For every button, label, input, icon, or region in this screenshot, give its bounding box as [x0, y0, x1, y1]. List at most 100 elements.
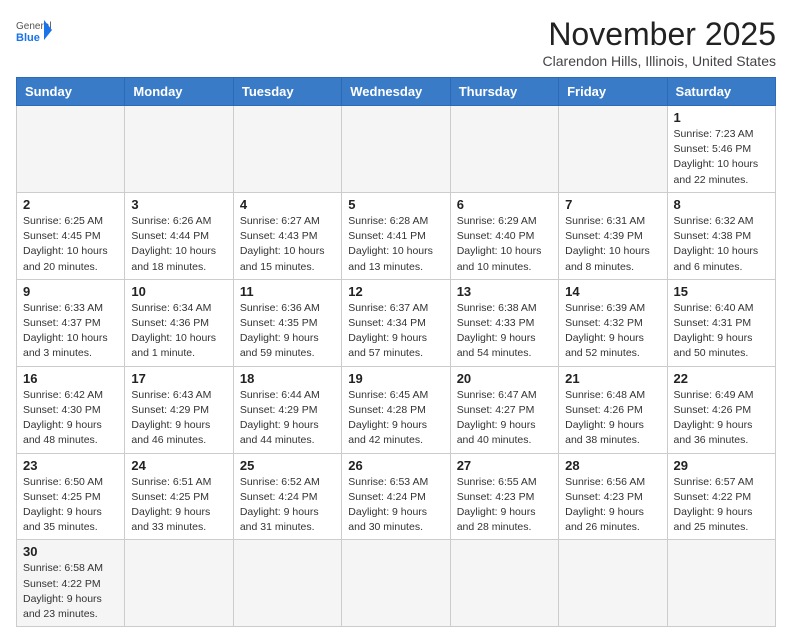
calendar-cell: [559, 540, 667, 627]
day-number: 22: [674, 371, 769, 386]
week-row-2: 9 Sunrise: 6:33 AM Sunset: 4:37 PM Daylig…: [17, 279, 776, 366]
calendar-cell: [559, 106, 667, 193]
header: General Blue November 2025 Clarendon Hil…: [16, 16, 776, 69]
month-title: November 2025: [543, 16, 776, 53]
day-number: 6: [457, 197, 552, 212]
calendar-cell: [342, 540, 450, 627]
day-number: 27: [457, 458, 552, 473]
day-number: 15: [674, 284, 769, 299]
calendar-cell: [17, 106, 125, 193]
calendar-cell: 22Sunrise: 6:49 AM Sunset: 4:26 PM Dayli…: [667, 366, 775, 453]
calendar: SundayMondayTuesdayWednesdayThursdayFrid…: [16, 77, 776, 627]
calendar-cell: 24Sunrise: 6:51 AM Sunset: 4:25 PM Dayli…: [125, 453, 233, 540]
day-number: 29: [674, 458, 769, 473]
calendar-cell: 5 Sunrise: 6:28 AM Sunset: 4:41 PM Daylig…: [342, 192, 450, 279]
calendar-cell: 14 Sunrise: 6:39 AM Sunset: 4:32 PM Dayli…: [559, 279, 667, 366]
day-number: 16: [23, 371, 118, 386]
day-number: 28: [565, 458, 660, 473]
calendar-cell: [125, 106, 233, 193]
day-info: Sunrise: 6:29 AM Sunset: 4:40 PM Dayligh…: [457, 214, 552, 275]
weekday-header-friday: Friday: [559, 78, 667, 106]
day-number: 26: [348, 458, 443, 473]
week-row-5: 30Sunrise: 6:58 AM Sunset: 4:22 PM Dayli…: [17, 540, 776, 627]
day-number: 21: [565, 371, 660, 386]
day-info: Sunrise: 6:42 AM Sunset: 4:30 PM Dayligh…: [23, 388, 118, 449]
calendar-cell: 16 Sunrise: 6:42 AM Sunset: 4:30 PM Dayli…: [17, 366, 125, 453]
day-info: Sunrise: 6:57 AM Sunset: 4:22 PM Dayligh…: [674, 475, 769, 536]
calendar-cell: 28 Sunrise: 6:56 AM Sunset: 4:23 PM Dayli…: [559, 453, 667, 540]
weekday-header-saturday: Saturday: [667, 78, 775, 106]
day-info: Sunrise: 6:47 AM Sunset: 4:27 PM Dayligh…: [457, 388, 552, 449]
day-info: Sunrise: 6:31 AM Sunset: 4:39 PM Dayligh…: [565, 214, 660, 275]
calendar-cell: 6 Sunrise: 6:29 AM Sunset: 4:40 PM Daylig…: [450, 192, 558, 279]
day-number: 13: [457, 284, 552, 299]
day-info: Sunrise: 6:45 AM Sunset: 4:28 PM Dayligh…: [348, 388, 443, 449]
day-number: 14: [565, 284, 660, 299]
day-number: 9: [23, 284, 118, 299]
calendar-cell: [342, 106, 450, 193]
weekday-header-thursday: Thursday: [450, 78, 558, 106]
calendar-cell: 20 Sunrise: 6:47 AM Sunset: 4:27 PM Dayli…: [450, 366, 558, 453]
day-number: 1: [674, 110, 769, 125]
day-info: Sunrise: 6:39 AM Sunset: 4:32 PM Dayligh…: [565, 301, 660, 362]
day-number: 19: [348, 371, 443, 386]
logo-icon: General Blue: [16, 16, 52, 44]
week-row-0: 1 Sunrise: 7:23 AM Sunset: 5:46 PM Daylig…: [17, 106, 776, 193]
calendar-cell: 4 Sunrise: 6:27 AM Sunset: 4:43 PM Daylig…: [233, 192, 341, 279]
day-number: 7: [565, 197, 660, 212]
day-info: Sunrise: 7:23 AM Sunset: 5:46 PM Dayligh…: [674, 127, 769, 188]
day-info: Sunrise: 6:33 AM Sunset: 4:37 PM Dayligh…: [23, 301, 118, 362]
svg-text:Blue: Blue: [16, 32, 40, 44]
calendar-cell: 17Sunrise: 6:43 AM Sunset: 4:29 PM Dayli…: [125, 366, 233, 453]
calendar-cell: [233, 106, 341, 193]
day-info: Sunrise: 6:28 AM Sunset: 4:41 PM Dayligh…: [348, 214, 443, 275]
day-info: Sunrise: 6:38 AM Sunset: 4:33 PM Dayligh…: [457, 301, 552, 362]
calendar-cell: [233, 540, 341, 627]
day-number: 3: [131, 197, 226, 212]
calendar-cell: 30Sunrise: 6:58 AM Sunset: 4:22 PM Dayli…: [17, 540, 125, 627]
day-info: Sunrise: 6:26 AM Sunset: 4:44 PM Dayligh…: [131, 214, 226, 275]
day-info: Sunrise: 6:44 AM Sunset: 4:29 PM Dayligh…: [240, 388, 335, 449]
day-info: Sunrise: 6:56 AM Sunset: 4:23 PM Dayligh…: [565, 475, 660, 536]
day-info: Sunrise: 6:50 AM Sunset: 4:25 PM Dayligh…: [23, 475, 118, 536]
calendar-cell: 23Sunrise: 6:50 AM Sunset: 4:25 PM Dayli…: [17, 453, 125, 540]
day-number: 8: [674, 197, 769, 212]
day-number: 20: [457, 371, 552, 386]
weekday-header-sunday: Sunday: [17, 78, 125, 106]
day-number: 18: [240, 371, 335, 386]
day-info: Sunrise: 6:48 AM Sunset: 4:26 PM Dayligh…: [565, 388, 660, 449]
calendar-cell: 19 Sunrise: 6:45 AM Sunset: 4:28 PM Dayli…: [342, 366, 450, 453]
calendar-cell: 27 Sunrise: 6:55 AM Sunset: 4:23 PM Dayli…: [450, 453, 558, 540]
weekday-header-row: SundayMondayTuesdayWednesdayThursdayFrid…: [17, 78, 776, 106]
calendar-cell: 26 Sunrise: 6:53 AM Sunset: 4:24 PM Dayli…: [342, 453, 450, 540]
day-info: Sunrise: 6:53 AM Sunset: 4:24 PM Dayligh…: [348, 475, 443, 536]
day-info: Sunrise: 6:32 AM Sunset: 4:38 PM Dayligh…: [674, 214, 769, 275]
calendar-cell: 10Sunrise: 6:34 AM Sunset: 4:36 PM Dayli…: [125, 279, 233, 366]
day-number: 11: [240, 284, 335, 299]
day-number: 10: [131, 284, 226, 299]
calendar-cell: 12Sunrise: 6:37 AM Sunset: 4:34 PM Dayli…: [342, 279, 450, 366]
logo: General Blue: [16, 16, 52, 44]
calendar-cell: 25 Sunrise: 6:52 AM Sunset: 4:24 PM Dayli…: [233, 453, 341, 540]
day-info: Sunrise: 6:25 AM Sunset: 4:45 PM Dayligh…: [23, 214, 118, 275]
calendar-cell: 18 Sunrise: 6:44 AM Sunset: 4:29 PM Dayli…: [233, 366, 341, 453]
weekday-header-wednesday: Wednesday: [342, 78, 450, 106]
day-info: Sunrise: 6:52 AM Sunset: 4:24 PM Dayligh…: [240, 475, 335, 536]
day-info: Sunrise: 6:40 AM Sunset: 4:31 PM Dayligh…: [674, 301, 769, 362]
weekday-header-monday: Monday: [125, 78, 233, 106]
weekday-header-tuesday: Tuesday: [233, 78, 341, 106]
week-row-1: 2Sunrise: 6:25 AM Sunset: 4:45 PM Daylig…: [17, 192, 776, 279]
day-number: 4: [240, 197, 335, 212]
day-info: Sunrise: 6:27 AM Sunset: 4:43 PM Dayligh…: [240, 214, 335, 275]
day-number: 25: [240, 458, 335, 473]
calendar-cell: 21 Sunrise: 6:48 AM Sunset: 4:26 PM Dayli…: [559, 366, 667, 453]
calendar-cell: 13 Sunrise: 6:38 AM Sunset: 4:33 PM Dayli…: [450, 279, 558, 366]
day-info: Sunrise: 6:55 AM Sunset: 4:23 PM Dayligh…: [457, 475, 552, 536]
day-info: Sunrise: 6:43 AM Sunset: 4:29 PM Dayligh…: [131, 388, 226, 449]
day-number: 30: [23, 544, 118, 559]
calendar-cell: 1 Sunrise: 7:23 AM Sunset: 5:46 PM Daylig…: [667, 106, 775, 193]
day-number: 12: [348, 284, 443, 299]
calendar-body: 1 Sunrise: 7:23 AM Sunset: 5:46 PM Daylig…: [17, 106, 776, 627]
day-number: 5: [348, 197, 443, 212]
calendar-cell: 8 Sunrise: 6:32 AM Sunset: 4:38 PM Daylig…: [667, 192, 775, 279]
